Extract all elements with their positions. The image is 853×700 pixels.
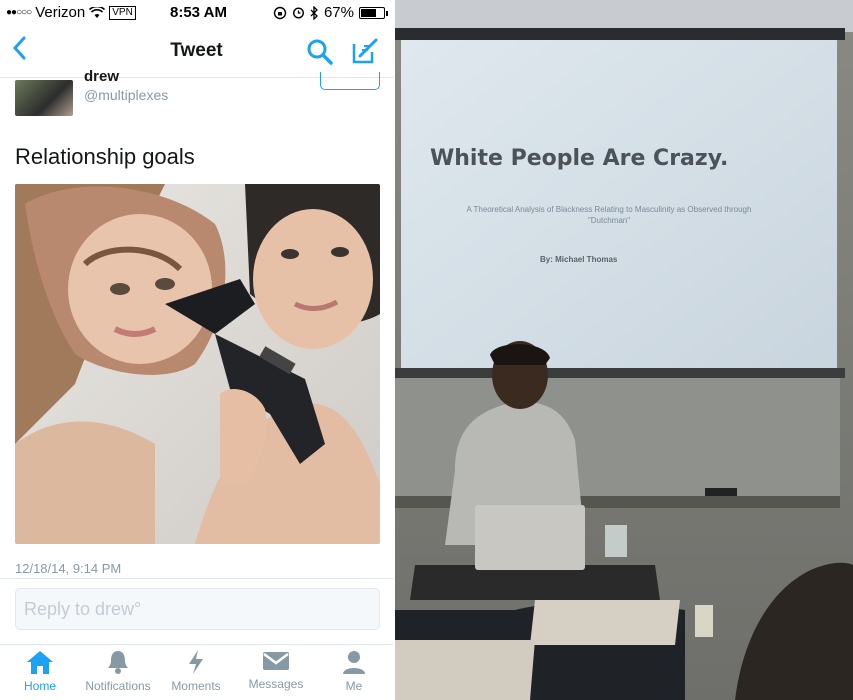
tweet-photo[interactable] (15, 184, 380, 544)
vpn-badge: VPN (109, 5, 136, 20)
status-time: 8:53 AM (170, 4, 227, 21)
battery-icon (359, 6, 388, 19)
tab-bar: Home Notifications Moments Messages Me (0, 644, 393, 700)
tab-moments[interactable]: Moments (156, 649, 236, 693)
tweet-screen: ●●○○○ Verizon VPN 8:53 AM 67% Tweet drew… (0, 0, 393, 700)
status-bar: ●●○○○ Verizon VPN 8:53 AM 67% (0, 0, 393, 26)
page-title: Tweet (170, 40, 223, 61)
bell-icon (108, 651, 128, 674)
tab-label: Me (345, 679, 363, 693)
carrier-label: Verizon (35, 4, 86, 21)
home-icon (27, 651, 53, 674)
tab-me[interactable]: Me (314, 649, 393, 693)
signal-icon: ●●○○○ (6, 7, 32, 18)
nav-bar: Tweet (0, 26, 393, 78)
search-button[interactable] (306, 38, 334, 66)
slide-subtitle: A Theoretical Analysis of Blackness Rela… (466, 205, 752, 225)
slide-title: White People Are Crazy. (430, 146, 729, 171)
slide-author: By: Michael Thomas (540, 255, 618, 264)
classroom-photo (395, 0, 853, 700)
tweet-text: Relationship goals (15, 144, 195, 169)
wifi-icon (89, 6, 106, 18)
lightning-icon (189, 650, 203, 674)
divider (0, 578, 393, 579)
search-icon (307, 39, 333, 65)
battery-fill (361, 8, 376, 17)
follow-button[interactable] (320, 72, 380, 90)
tab-label: Messages (248, 677, 304, 691)
avatar[interactable] (15, 80, 73, 116)
alarm-icon (292, 7, 304, 19)
tab-label: Notifications (85, 679, 151, 693)
rotation-lock-icon (273, 6, 287, 19)
envelope-icon (263, 652, 289, 670)
tab-messages[interactable]: Messages (236, 649, 316, 691)
couple-photo-image (15, 184, 380, 544)
tab-label: Home (23, 679, 56, 693)
classroom-scene-image (395, 0, 853, 700)
display-name[interactable]: drew (84, 68, 119, 85)
battery-percent: 67% (323, 4, 354, 21)
tab-home[interactable]: Home (0, 649, 80, 693)
tab-notifications[interactable]: Notifications (78, 649, 158, 693)
reply-input[interactable]: Reply to drew° (15, 588, 380, 630)
tweet-timestamp: 12/18/14, 9:14 PM (15, 561, 122, 576)
user-handle[interactable]: @multiplexes (84, 87, 168, 103)
tab-label: Moments (171, 679, 221, 693)
bluetooth-icon (310, 5, 318, 20)
tweet-author: drew @multiplexes (0, 68, 393, 120)
person-icon (343, 651, 365, 674)
compose-icon (352, 38, 378, 64)
compose-button[interactable] (350, 36, 380, 66)
